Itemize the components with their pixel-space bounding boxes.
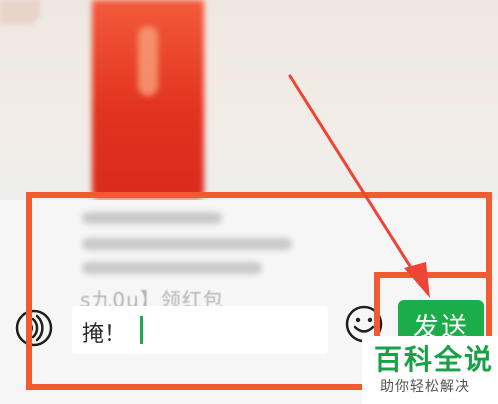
avatar[interactable]: [0, 0, 40, 24]
red-packet-decoration: [138, 26, 158, 96]
watermark-title: 百科全说: [374, 343, 495, 376]
annotation-box-send: [374, 272, 492, 344]
chat-background: [0, 0, 498, 200]
red-packet-message[interactable]: [92, 0, 204, 198]
watermark-subtitle: 助你轻松解决: [380, 379, 470, 395]
